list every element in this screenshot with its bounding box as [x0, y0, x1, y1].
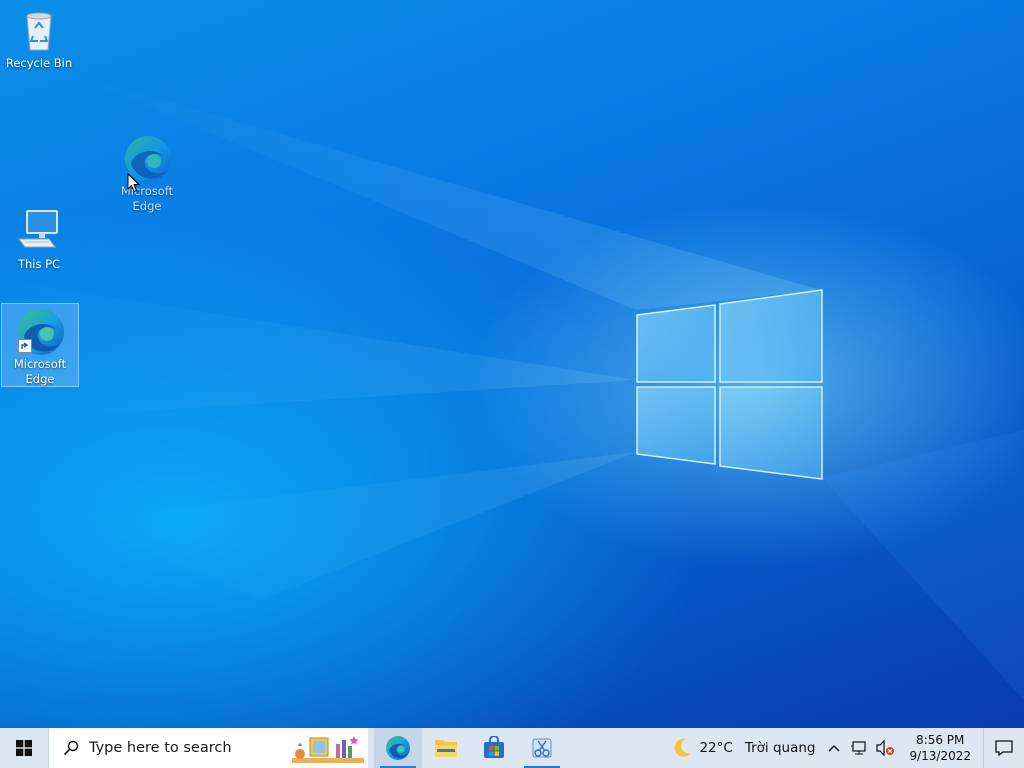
desktop[interactable]: Recycle Bin Microsoft Edge This PC Micro… — [0, 0, 1024, 728]
volume-button[interactable] — [875, 728, 897, 768]
taskbar-app-file-explorer[interactable] — [422, 728, 470, 768]
desktop-icon-edge-drag-ghost: Microsoft Edge — [109, 134, 185, 214]
notification-center-button[interactable] — [983, 728, 1024, 768]
clock-time: 8:56 PM — [916, 733, 965, 747]
windows-logo-icon — [16, 740, 32, 756]
recycle-bin-icon — [15, 6, 63, 54]
taskbar-app-edge[interactable] — [374, 728, 422, 768]
weather-condition: Trời quang — [744, 740, 816, 756]
chevron-up-icon — [828, 745, 840, 752]
volume-muted-icon — [876, 740, 895, 756]
desktop-icon-recycle-bin[interactable]: Recycle Bin — [1, 6, 77, 71]
network-button[interactable] — [849, 728, 871, 768]
windows-logo-graphic — [636, 289, 823, 480]
desktop-icon-this-pc[interactable]: This PC — [1, 207, 77, 272]
store-icon — [484, 736, 504, 758]
desktop-icon-label: Microsoft Edge — [120, 184, 174, 213]
system-tray: 8:56 PM 9/13/2022 — [823, 728, 983, 768]
edge-icon — [386, 736, 410, 760]
show-hidden-icons-button[interactable] — [823, 728, 845, 768]
snip-icon — [532, 738, 552, 758]
edge-icon — [16, 307, 64, 355]
taskbar-app-snip[interactable] — [518, 728, 566, 768]
this-pc-icon — [15, 207, 63, 255]
wallpaper — [0, 70, 1024, 700]
clock[interactable]: 8:56 PM 9/13/2022 — [901, 732, 979, 764]
search-placeholder: Type here to search — [89, 740, 232, 756]
shortcut-arrow-icon — [18, 339, 32, 353]
taskbar-app-store[interactable] — [470, 728, 518, 768]
desktop-icon-label: This PC — [17, 257, 61, 271]
notification-icon — [995, 740, 1013, 756]
clock-date: 9/13/2022 — [909, 749, 971, 763]
desktop-icon-label: Recycle Bin — [5, 56, 73, 70]
search-highlight-illustration-icon — [292, 736, 364, 763]
taskbar-search-box[interactable]: Type here to search — [48, 728, 368, 768]
desktop-icon-edge[interactable]: Microsoft Edge — [1, 303, 79, 387]
moon-icon — [675, 738, 692, 757]
folder-icon — [435, 740, 457, 757]
taskbar: Type here to search 22°C Trời quang 8:56… — [0, 728, 1024, 768]
start-button[interactable] — [0, 728, 48, 768]
weather-temperature: 22°C — [699, 740, 733, 756]
desktop-icon-label: Microsoft Edge — [13, 357, 67, 386]
search-icon — [63, 740, 79, 756]
weather-widget[interactable]: 22°C Trời quang — [663, 728, 823, 768]
network-icon — [851, 741, 867, 755]
mouse-cursor-icon — [127, 173, 141, 193]
